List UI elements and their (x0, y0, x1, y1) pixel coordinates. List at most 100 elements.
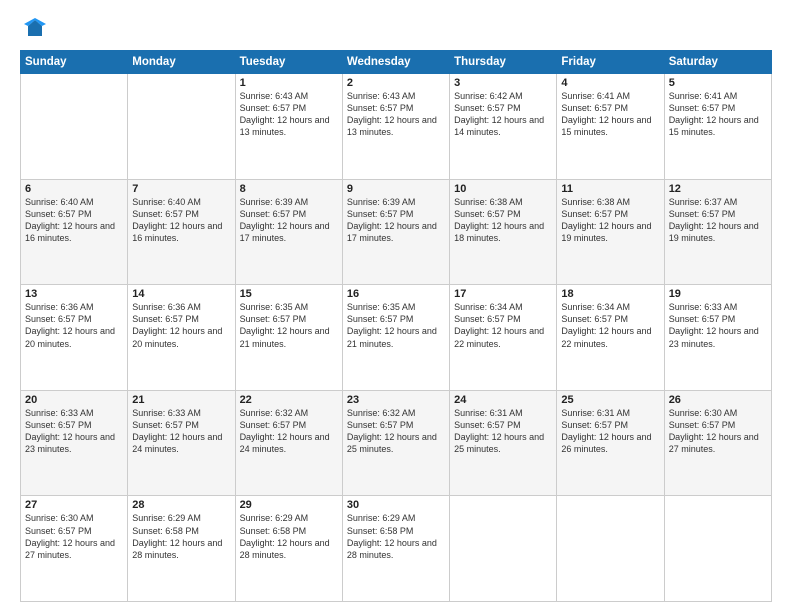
day-info: Sunrise: 6:35 AM Sunset: 6:57 PM Dayligh… (347, 301, 445, 350)
calendar-cell: 23Sunrise: 6:32 AM Sunset: 6:57 PM Dayli… (342, 390, 449, 496)
calendar-cell: 6Sunrise: 6:40 AM Sunset: 6:57 PM Daylig… (21, 179, 128, 285)
day-info: Sunrise: 6:34 AM Sunset: 6:57 PM Dayligh… (561, 301, 659, 350)
calendar-header-wednesday: Wednesday (342, 51, 449, 74)
calendar-header-thursday: Thursday (450, 51, 557, 74)
day-info: Sunrise: 6:30 AM Sunset: 6:57 PM Dayligh… (669, 407, 767, 456)
logo (20, 18, 46, 40)
calendar-header-tuesday: Tuesday (235, 51, 342, 74)
calendar-cell: 22Sunrise: 6:32 AM Sunset: 6:57 PM Dayli… (235, 390, 342, 496)
day-number: 29 (240, 499, 338, 511)
calendar-cell (664, 496, 771, 602)
calendar-cell: 11Sunrise: 6:38 AM Sunset: 6:57 PM Dayli… (557, 179, 664, 285)
calendar-week-1: 1Sunrise: 6:43 AM Sunset: 6:57 PM Daylig… (21, 74, 772, 180)
day-info: Sunrise: 6:40 AM Sunset: 6:57 PM Dayligh… (132, 196, 230, 245)
calendar-header-friday: Friday (557, 51, 664, 74)
day-number: 8 (240, 183, 338, 195)
calendar-cell: 26Sunrise: 6:30 AM Sunset: 6:57 PM Dayli… (664, 390, 771, 496)
calendar-table: SundayMondayTuesdayWednesdayThursdayFrid… (20, 50, 772, 602)
day-number: 1 (240, 77, 338, 89)
calendar-cell (128, 74, 235, 180)
calendar-cell (450, 496, 557, 602)
day-info: Sunrise: 6:41 AM Sunset: 6:57 PM Dayligh… (561, 90, 659, 139)
calendar-week-3: 13Sunrise: 6:36 AM Sunset: 6:57 PM Dayli… (21, 285, 772, 391)
day-number: 2 (347, 77, 445, 89)
day-number: 30 (347, 499, 445, 511)
day-number: 9 (347, 183, 445, 195)
day-info: Sunrise: 6:33 AM Sunset: 6:57 PM Dayligh… (25, 407, 123, 456)
calendar-cell: 8Sunrise: 6:39 AM Sunset: 6:57 PM Daylig… (235, 179, 342, 285)
day-number: 22 (240, 394, 338, 406)
calendar-cell (557, 496, 664, 602)
calendar-header-saturday: Saturday (664, 51, 771, 74)
day-info: Sunrise: 6:41 AM Sunset: 6:57 PM Dayligh… (669, 90, 767, 139)
calendar-week-4: 20Sunrise: 6:33 AM Sunset: 6:57 PM Dayli… (21, 390, 772, 496)
day-number: 12 (669, 183, 767, 195)
day-number: 5 (669, 77, 767, 89)
day-number: 26 (669, 394, 767, 406)
day-number: 18 (561, 288, 659, 300)
calendar-cell: 17Sunrise: 6:34 AM Sunset: 6:57 PM Dayli… (450, 285, 557, 391)
calendar-cell: 27Sunrise: 6:30 AM Sunset: 6:57 PM Dayli… (21, 496, 128, 602)
calendar-cell: 25Sunrise: 6:31 AM Sunset: 6:57 PM Dayli… (557, 390, 664, 496)
day-number: 7 (132, 183, 230, 195)
day-info: Sunrise: 6:30 AM Sunset: 6:57 PM Dayligh… (25, 512, 123, 561)
day-info: Sunrise: 6:39 AM Sunset: 6:57 PM Dayligh… (347, 196, 445, 245)
day-number: 10 (454, 183, 552, 195)
day-number: 4 (561, 77, 659, 89)
day-number: 6 (25, 183, 123, 195)
calendar-cell: 14Sunrise: 6:36 AM Sunset: 6:57 PM Dayli… (128, 285, 235, 391)
calendar-cell: 9Sunrise: 6:39 AM Sunset: 6:57 PM Daylig… (342, 179, 449, 285)
calendar-week-5: 27Sunrise: 6:30 AM Sunset: 6:57 PM Dayli… (21, 496, 772, 602)
day-number: 23 (347, 394, 445, 406)
day-info: Sunrise: 6:32 AM Sunset: 6:57 PM Dayligh… (240, 407, 338, 456)
header (20, 18, 772, 40)
calendar-cell: 1Sunrise: 6:43 AM Sunset: 6:57 PM Daylig… (235, 74, 342, 180)
calendar-cell: 3Sunrise: 6:42 AM Sunset: 6:57 PM Daylig… (450, 74, 557, 180)
day-number: 3 (454, 77, 552, 89)
calendar-cell: 4Sunrise: 6:41 AM Sunset: 6:57 PM Daylig… (557, 74, 664, 180)
calendar-header-monday: Monday (128, 51, 235, 74)
calendar-cell: 24Sunrise: 6:31 AM Sunset: 6:57 PM Dayli… (450, 390, 557, 496)
day-info: Sunrise: 6:31 AM Sunset: 6:57 PM Dayligh… (454, 407, 552, 456)
day-number: 11 (561, 183, 659, 195)
calendar-cell: 30Sunrise: 6:29 AM Sunset: 6:58 PM Dayli… (342, 496, 449, 602)
calendar-cell: 7Sunrise: 6:40 AM Sunset: 6:57 PM Daylig… (128, 179, 235, 285)
calendar-cell: 18Sunrise: 6:34 AM Sunset: 6:57 PM Dayli… (557, 285, 664, 391)
logo-icon (24, 18, 46, 40)
calendar-cell: 29Sunrise: 6:29 AM Sunset: 6:58 PM Dayli… (235, 496, 342, 602)
calendar-header-row: SundayMondayTuesdayWednesdayThursdayFrid… (21, 51, 772, 74)
calendar-cell: 28Sunrise: 6:29 AM Sunset: 6:58 PM Dayli… (128, 496, 235, 602)
calendar-cell: 20Sunrise: 6:33 AM Sunset: 6:57 PM Dayli… (21, 390, 128, 496)
calendar-cell: 12Sunrise: 6:37 AM Sunset: 6:57 PM Dayli… (664, 179, 771, 285)
day-number: 28 (132, 499, 230, 511)
day-number: 17 (454, 288, 552, 300)
day-number: 14 (132, 288, 230, 300)
page: SundayMondayTuesdayWednesdayThursdayFrid… (0, 0, 792, 612)
day-info: Sunrise: 6:36 AM Sunset: 6:57 PM Dayligh… (25, 301, 123, 350)
day-info: Sunrise: 6:29 AM Sunset: 6:58 PM Dayligh… (347, 512, 445, 561)
day-number: 24 (454, 394, 552, 406)
day-info: Sunrise: 6:29 AM Sunset: 6:58 PM Dayligh… (240, 512, 338, 561)
day-number: 25 (561, 394, 659, 406)
day-number: 20 (25, 394, 123, 406)
day-info: Sunrise: 6:34 AM Sunset: 6:57 PM Dayligh… (454, 301, 552, 350)
day-info: Sunrise: 6:35 AM Sunset: 6:57 PM Dayligh… (240, 301, 338, 350)
calendar-week-2: 6 Sunrise: 6:40 AM Sunset: 6:57 PM Daylig… (21, 179, 772, 285)
day-number: 27 (25, 499, 123, 511)
day-info: Sunrise: 6:39 AM Sunset: 6:57 PM Dayligh… (240, 196, 338, 245)
day-info: Sunrise: 6:29 AM Sunset: 6:58 PM Dayligh… (132, 512, 230, 561)
day-info: Sunrise: 6:31 AM Sunset: 6:57 PM Dayligh… (561, 407, 659, 456)
calendar-cell (21, 74, 128, 180)
calendar-cell: 15Sunrise: 6:35 AM Sunset: 6:57 PM Dayli… (235, 285, 342, 391)
day-info: Sunrise: 6:37 AM Sunset: 6:57 PM Dayligh… (669, 196, 767, 245)
calendar-cell: 21Sunrise: 6:33 AM Sunset: 6:57 PM Dayli… (128, 390, 235, 496)
day-info: Sunrise: 6:42 AM Sunset: 6:57 PM Dayligh… (454, 90, 552, 139)
calendar-header-sunday: Sunday (21, 51, 128, 74)
day-info: Sunrise: 6:43 AM Sunset: 6:57 PM Dayligh… (347, 90, 445, 139)
calendar-cell: 5Sunrise: 6:41 AM Sunset: 6:57 PM Daylig… (664, 74, 771, 180)
calendar-cell: 10Sunrise: 6:38 AM Sunset: 6:57 PM Dayli… (450, 179, 557, 285)
day-info: Sunrise: 6:43 AM Sunset: 6:57 PM Dayligh… (240, 90, 338, 139)
day-info: Sunrise: 6:33 AM Sunset: 6:57 PM Dayligh… (132, 407, 230, 456)
day-number: 16 (347, 288, 445, 300)
day-info: Sunrise: 6:32 AM Sunset: 6:57 PM Dayligh… (347, 407, 445, 456)
